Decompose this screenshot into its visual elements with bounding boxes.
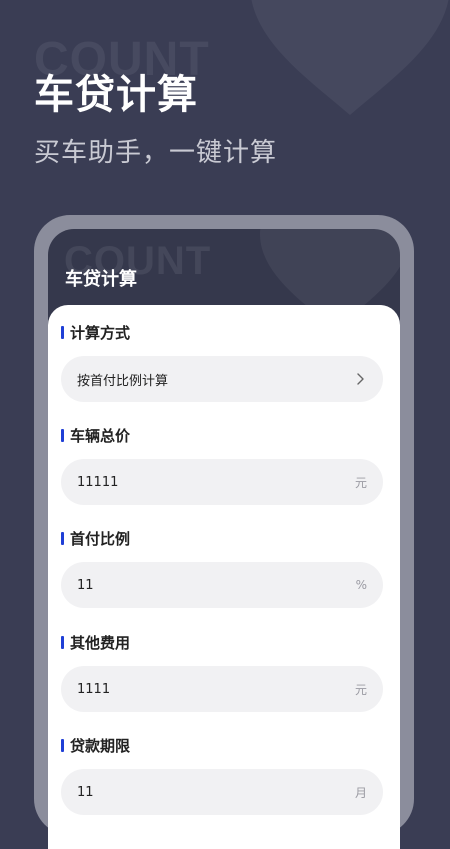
other-fees-label: 其他费用 xyxy=(61,632,383,652)
loan-term-unit: 月 xyxy=(354,785,367,800)
accent-bar xyxy=(61,428,64,442)
heart-watermark-icon xyxy=(251,0,449,115)
method-value: 按首付比例计算 xyxy=(77,373,169,389)
method-label: 计算方式 xyxy=(61,322,383,342)
other-fees-value: 1111 xyxy=(77,681,111,697)
down-payment-value: 11 xyxy=(77,577,94,593)
method-label-text: 计算方式 xyxy=(70,323,131,342)
other-fees-unit: 元 xyxy=(354,682,367,697)
hero-subtitle: 买车助手，一键计算 xyxy=(34,138,278,168)
down-payment-label-text: 首付比例 xyxy=(70,529,131,548)
hero-title: 车贷计算 xyxy=(34,72,198,118)
app-screen: COUNT 车贷计算 计算方式 按首付比例计算 车辆总价 11111 元 首付比… xyxy=(48,229,400,849)
total-price-unit: 元 xyxy=(354,475,367,490)
down-payment-unit: % xyxy=(355,578,367,592)
other-fees-input[interactable]: 1111 元 xyxy=(61,666,383,712)
loan-term-value: 11 xyxy=(77,784,94,800)
method-select[interactable]: 按首付比例计算 xyxy=(61,356,383,402)
total-price-label: 车辆总价 xyxy=(61,425,383,445)
loan-term-label-text: 贷款期限 xyxy=(70,736,131,755)
other-fees-label-text: 其他费用 xyxy=(70,633,131,652)
chevron-right-icon xyxy=(357,373,364,385)
loan-term-section: 贷款期限 11 月 xyxy=(61,735,383,815)
down-payment-input[interactable]: 11 % xyxy=(61,562,383,608)
loan-term-input[interactable]: 11 月 xyxy=(61,769,383,815)
down-payment-label: 首付比例 xyxy=(61,528,383,548)
method-section: 计算方式 按首付比例计算 xyxy=(61,322,383,402)
total-price-value: 11111 xyxy=(77,474,119,490)
other-fees-section: 其他费用 1111 元 xyxy=(61,632,383,712)
total-price-label-text: 车辆总价 xyxy=(70,426,131,445)
accent-bar xyxy=(61,635,64,649)
accent-bar xyxy=(61,738,64,752)
accent-bar xyxy=(61,531,64,545)
screen-title: 车贷计算 xyxy=(65,269,137,290)
loan-term-label: 贷款期限 xyxy=(61,735,383,755)
total-price-section: 车辆总价 11111 元 xyxy=(61,425,383,505)
accent-bar xyxy=(61,325,64,339)
total-price-input[interactable]: 11111 元 xyxy=(61,459,383,505)
form-card: 计算方式 按首付比例计算 车辆总价 11111 元 首付比例 11 % 其他费用… xyxy=(48,305,400,849)
down-payment-section: 首付比例 11 % xyxy=(61,528,383,608)
